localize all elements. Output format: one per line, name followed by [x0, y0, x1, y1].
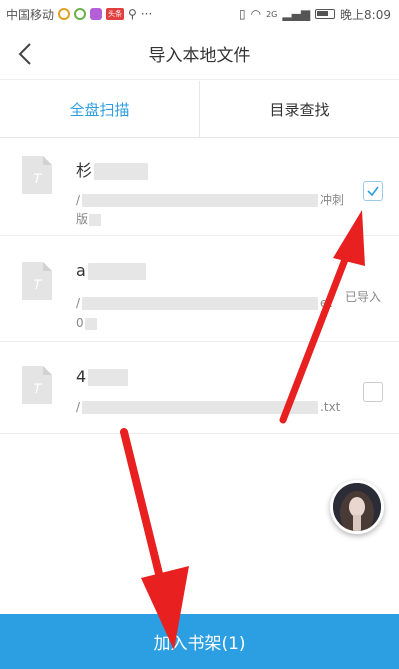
file-path: / .txt	[76, 400, 340, 414]
list-item[interactable]: T a / et 0 已导入	[0, 236, 399, 342]
file-name: 杉	[76, 157, 149, 181]
redacted-text	[94, 163, 149, 180]
file-list: T 杉 / 冲刺 版 T a / et 0 已导入 T 4 / .txt	[0, 138, 399, 614]
file-path-end: .txt	[320, 400, 341, 414]
file-path-line2: 版	[76, 210, 102, 227]
signal-icon: ▂▄▆	[282, 7, 311, 21]
select-checkbox[interactable]	[363, 382, 383, 402]
nav-bar: 导入本地文件	[0, 28, 399, 80]
file-name: a	[76, 261, 146, 280]
notification-icon	[58, 8, 71, 20]
tab-directory-search[interactable]: 目录查找	[199, 81, 399, 137]
redacted-text	[82, 194, 319, 207]
file-name: 4	[76, 367, 129, 386]
battery-icon	[315, 9, 336, 19]
svg-text:T: T	[33, 380, 43, 396]
imported-status: 已导入	[345, 290, 382, 304]
floating-avatar-button[interactable]	[330, 480, 384, 534]
redacted-text	[84, 317, 97, 330]
list-item[interactable]: T 杉 / 冲刺 版	[0, 138, 399, 236]
status-bar: 中国移动 头条 ⚲ ··· ▯ ◠ 2G ▂▄▆ 晚上8:09	[0, 0, 399, 28]
more-notifications-icon: ···	[140, 7, 153, 21]
carrier-label: 中国移动	[6, 7, 55, 22]
file-path-line2: 0	[76, 316, 97, 330]
file-path-line2-text: 版	[76, 212, 89, 226]
clock-label: 晚上8:09	[340, 7, 391, 22]
check-icon	[367, 186, 379, 197]
redacted-text	[82, 297, 319, 310]
file-path-start: /	[76, 193, 81, 207]
wifi-icon: ◠	[250, 7, 262, 21]
file-path-start: /	[76, 296, 81, 310]
page-title: 导入本地文件	[148, 46, 251, 66]
chevron-left-icon[interactable]	[14, 40, 40, 68]
status-bar-right: ▯ ◠ 2G ▂▄▆ 晚上8:09	[239, 6, 391, 23]
svg-text:T: T	[33, 276, 43, 292]
file-path: / 冲刺	[76, 191, 344, 208]
select-checkbox[interactable]	[363, 181, 383, 201]
redacted-text	[82, 401, 319, 414]
file-path: / et	[76, 296, 332, 310]
text-file-icon: T	[22, 262, 52, 300]
network-type-label: 2G	[266, 9, 278, 19]
tab-full-scan[interactable]: 全盘扫描	[0, 81, 199, 137]
key-icon: ⚲	[128, 7, 137, 21]
file-name-text: 杉	[76, 161, 93, 180]
file-path-line2-text: 0	[76, 316, 84, 330]
file-path-end: 冲刺	[320, 193, 345, 207]
redacted-text	[88, 369, 129, 386]
file-path-start: /	[76, 400, 81, 414]
svg-text:T: T	[33, 170, 43, 186]
news-badge: 头条	[106, 8, 125, 20]
list-item[interactable]: T 4 / .txt	[0, 342, 399, 434]
app-notification-icon	[74, 8, 87, 20]
avatar-icon	[333, 483, 381, 531]
app-badge-icon	[90, 8, 103, 20]
file-path-end: et	[320, 296, 333, 310]
text-file-icon: T	[22, 156, 52, 194]
redacted-text	[87, 263, 146, 280]
file-name-text: a	[76, 261, 86, 280]
vibrate-icon: ▯	[238, 7, 246, 21]
status-bar-left: 中国移动 头条 ⚲ ···	[6, 6, 152, 23]
text-file-icon: T	[22, 366, 52, 404]
file-name-text: 4	[76, 367, 87, 386]
add-to-bookshelf-button[interactable]: 加入书架(1)	[0, 614, 399, 669]
tab-bar: 全盘扫描 目录查找	[0, 81, 399, 138]
redacted-text	[89, 213, 102, 226]
